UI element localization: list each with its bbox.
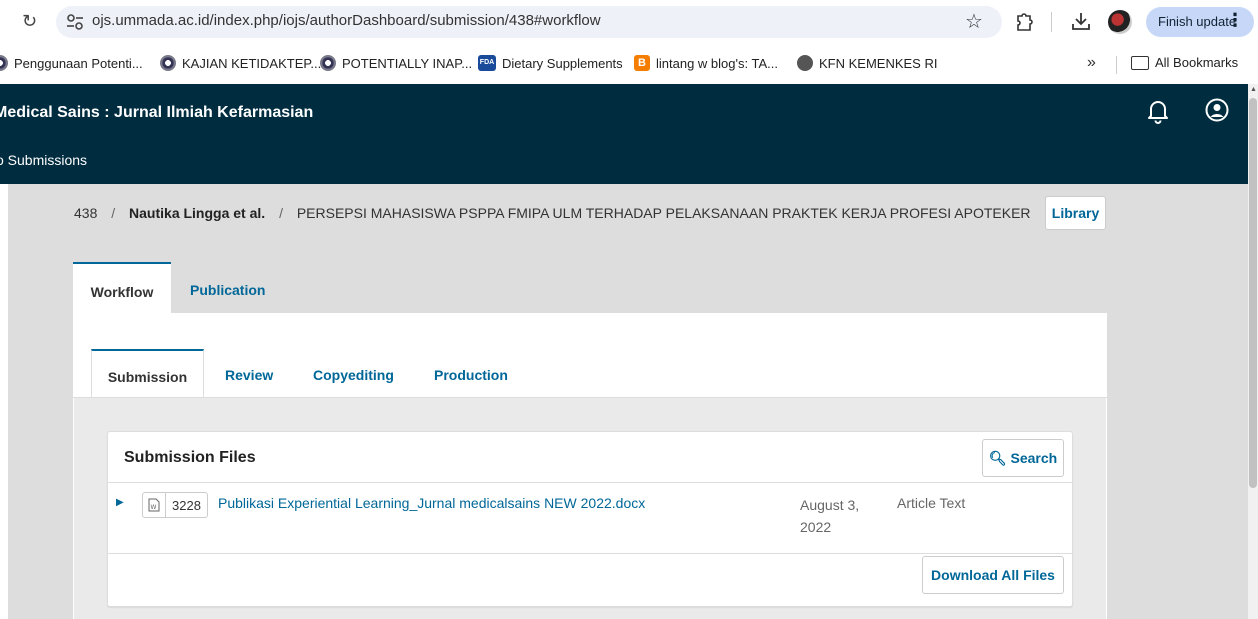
- breadcrumb: 438 / Nautika Lingga et al. / PERSEPSI M…: [74, 205, 1031, 221]
- file-type: Article Text: [897, 495, 966, 511]
- finish-update-button[interactable]: Finish update ⋮: [1146, 7, 1254, 37]
- svg-text:W: W: [151, 504, 157, 511]
- bookmark-item[interactable]: FDA Dietary Supplements: [478, 55, 623, 71]
- tab-publication[interactable]: Publication: [190, 262, 265, 314]
- url-text[interactable]: ojs.ummada.ac.id/index.php/iojs/authorDa…: [92, 12, 601, 29]
- submission-id: 438: [74, 205, 98, 221]
- app-header: Medical Sains : Jurnal Ilmiah Kefarmasia…: [0, 84, 1248, 184]
- fda-icon: FDA: [478, 55, 496, 71]
- site-title[interactable]: Medical Sains : Jurnal Ilmiah Kefarmasia…: [0, 104, 313, 122]
- expand-row-icon[interactable]: ▶: [116, 497, 124, 508]
- globe-icon: [160, 55, 176, 71]
- reload-icon[interactable]: ↻: [22, 11, 37, 32]
- bookmarks-bar: Penggunaan Potenti... KAJIAN KETIDAKTEP.…: [0, 44, 1258, 82]
- file-date: August 3, 2022: [800, 497, 860, 535]
- download-all-files-button[interactable]: Download All Files: [922, 556, 1064, 594]
- panel-divider: [108, 553, 1072, 554]
- back-to-submissions-link[interactable]: o Submissions: [0, 152, 87, 168]
- bookmark-item[interactable]: KFN KEMENKES RI: [797, 55, 937, 71]
- bookmark-item[interactable]: KAJIAN KETIDAKTEP...: [160, 55, 321, 71]
- folder-icon: [1131, 55, 1149, 70]
- bookmark-label: Dietary Supplements: [502, 55, 623, 71]
- bookmark-label: KAJIAN KETIDAKTEP...: [182, 55, 322, 71]
- bookmarks-divider: [1116, 56, 1117, 74]
- document-icon: W: [143, 493, 166, 517]
- file-name-link[interactable]: Publikasi Experiential Learning_Jurnal m…: [218, 495, 645, 511]
- file-id: 3228: [172, 497, 201, 513]
- finish-update-label: Finish update: [1158, 14, 1237, 29]
- panel-divider: [108, 482, 1072, 483]
- bookmark-label: lintang w blog's: TA...: [656, 55, 778, 71]
- bookmark-label: KFN KEMENKES RI: [819, 55, 938, 71]
- breadcrumb-separator: /: [111, 205, 116, 221]
- submission-title: PERSEPSI MAHASISWA PSPPA FMIPA ULM TERHA…: [296, 205, 1031, 221]
- extensions-icon[interactable]: [1014, 10, 1034, 32]
- bookmark-item[interactable]: POTENTIALLY INAP...: [320, 55, 472, 71]
- toolbar-divider: [1051, 12, 1052, 32]
- library-button[interactable]: Library: [1045, 196, 1106, 230]
- globe-icon: [320, 55, 336, 71]
- all-bookmarks-label: All Bookmarks: [1155, 55, 1239, 70]
- browser-toolbar: ↻ ojs.ummada.ac.id/index.php/iojs/author…: [0, 0, 1258, 44]
- menu-dots-icon: ⋮: [1226, 10, 1244, 30]
- site-settings-icon[interactable]: [64, 11, 86, 33]
- user-profile-icon[interactable]: [1205, 98, 1229, 122]
- search-icon: 🔍︎: [988, 450, 1007, 466]
- file-id-badge: W 3228: [142, 492, 208, 518]
- world-icon: [797, 55, 813, 71]
- bookmark-star-icon[interactable]: ☆: [965, 9, 983, 34]
- submission-files-title: Submission Files: [124, 449, 256, 466]
- more-bookmarks-icon[interactable]: »: [1087, 54, 1096, 72]
- submission-authors: Nautika Lingga et al.: [129, 205, 266, 221]
- search-button[interactable]: 🔍︎ Search: [982, 439, 1064, 477]
- notifications-bell-icon[interactable]: [1146, 98, 1170, 124]
- scroll-up-icon[interactable]: ▲: [1250, 86, 1257, 93]
- tab-review[interactable]: Review: [225, 349, 273, 397]
- tab-production[interactable]: Production: [434, 349, 508, 397]
- tab-copyediting[interactable]: Copyediting: [313, 349, 394, 397]
- left-edge: [0, 184, 8, 619]
- scrollbar-thumb[interactable]: [1249, 98, 1257, 488]
- download-icon[interactable]: [1070, 10, 1092, 32]
- search-label: Search: [1010, 450, 1058, 466]
- globe-icon: [0, 55, 8, 71]
- tab-workflow[interactable]: Workflow: [73, 262, 171, 314]
- blogger-icon: B: [634, 55, 650, 71]
- all-bookmarks-button[interactable]: All Bookmarks: [1131, 55, 1238, 70]
- bookmark-item[interactable]: Penggunaan Potenti...: [0, 55, 143, 71]
- profile-avatar[interactable]: [1108, 10, 1132, 34]
- bookmark-item[interactable]: B lintang w blog's: TA...: [634, 55, 778, 71]
- bookmark-label: Penggunaan Potenti...: [14, 55, 143, 71]
- tab-submission[interactable]: Submission: [91, 349, 204, 397]
- bookmark-label: POTENTIALLY INAP...: [342, 55, 473, 71]
- breadcrumb-separator: /: [279, 205, 283, 221]
